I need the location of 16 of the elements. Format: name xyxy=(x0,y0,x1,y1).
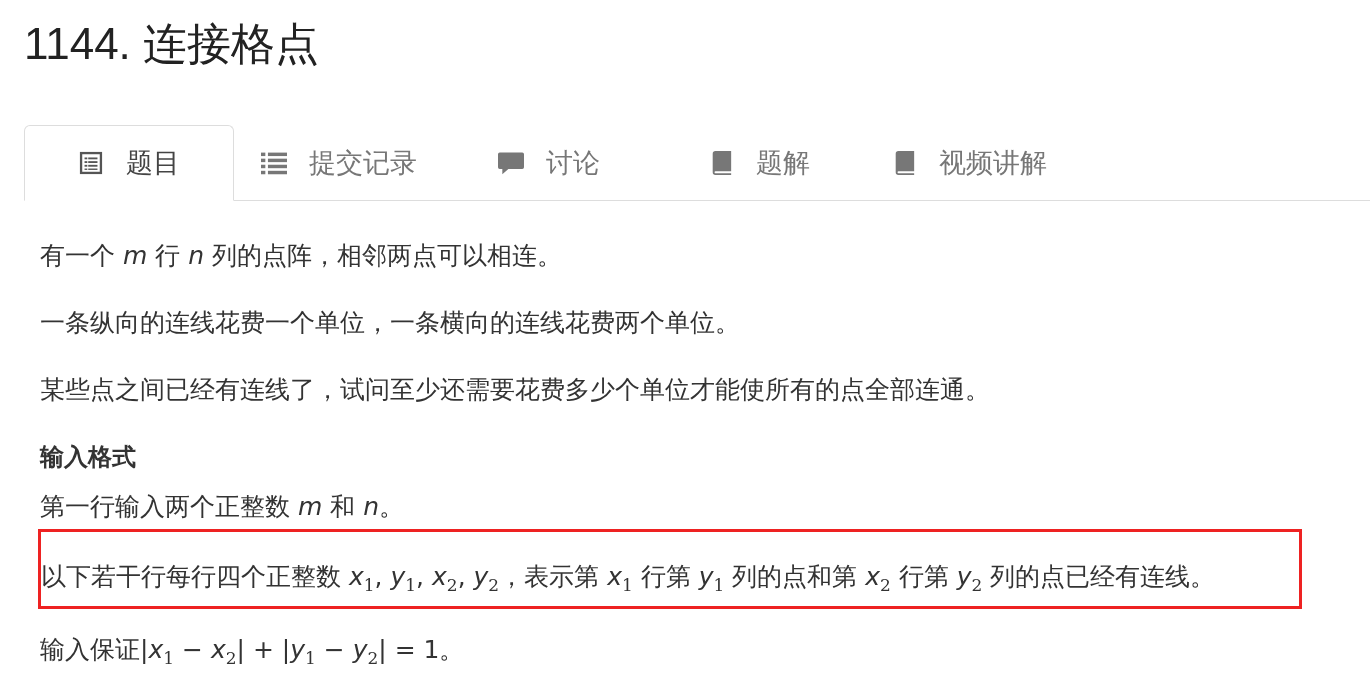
paragraph: 一条纵向的连线花费一个单位，一条横向的连线花费两个单位。 xyxy=(40,308,741,338)
document-list-icon xyxy=(78,151,104,175)
paragraph: 某些点之间已经有连线了，试问至少还需要花费多少个单位才能使所有的点全部连通。 xyxy=(40,375,991,405)
tab[interactable]: 视频讲解 xyxy=(864,125,1074,201)
tab[interactable]: 讨论 xyxy=(444,125,654,201)
tab[interactable]: 题解 xyxy=(654,125,864,201)
paragraph: 输入保证|x$_{1}$ − x$_{2}$| + |y$_{1}$ − y$_{2}$| = 1。 xyxy=(40,635,466,670)
tab[interactable]: 提交记录 xyxy=(234,125,444,201)
highlighted-paragraph: 以下若干行每行四个正整数 x$_{1}$, y$_{1}$, x$_{2}$, y$_{2}$，表示第 x$_{1}$ 行第 y$_{1}$ 列的点和第 x$_{2}$ 行第 y$_{2}$ 列的点已经有连线。 xyxy=(38,529,1302,609)
speech-bubble-icon xyxy=(498,150,524,175)
problem-title: 1144. 连接格点 xyxy=(24,18,321,70)
list-icon xyxy=(261,150,287,175)
tab[interactable]: 题目 xyxy=(24,125,234,201)
paragraph: 有一个 m 行 n 列的点阵，相邻两点可以相连。 xyxy=(40,241,564,271)
section-heading: 输入格式 xyxy=(40,442,137,472)
paragraph: 第一行输入两个正整数 m 和 n。 xyxy=(40,492,406,522)
